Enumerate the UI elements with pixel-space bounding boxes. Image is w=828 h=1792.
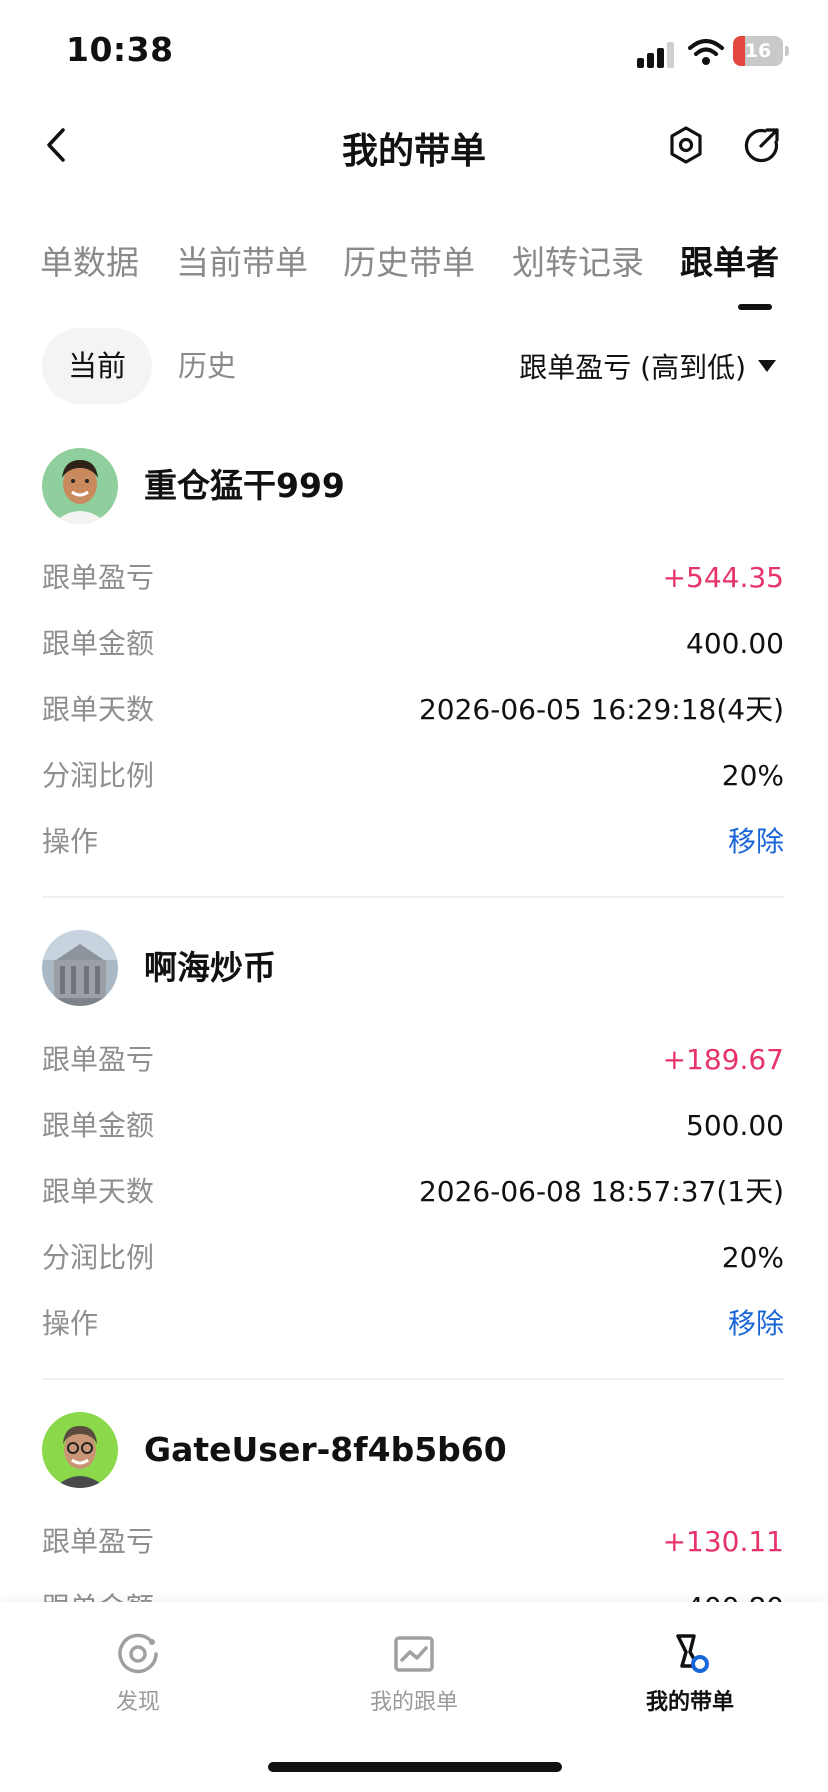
card-divider: [42, 1378, 784, 1380]
remove-button[interactable]: 移除: [728, 1299, 784, 1349]
follower-name: 啊海炒币: [144, 948, 276, 987]
settings-button[interactable]: [664, 122, 708, 168]
share-row: 分润比例 20%: [42, 751, 784, 801]
caret-down-icon: [758, 360, 776, 372]
nav-my-copy-trades-label: 我的跟单: [369, 1690, 458, 1715]
sort-dropdown[interactable]: 跟单盈亏 (高到低): [519, 328, 776, 404]
action-row: 操作 移除: [42, 1299, 784, 1349]
amount-label: 跟单金额: [42, 1109, 155, 1142]
follower-header: GateUser-8f4b5b60: [42, 1412, 782, 1488]
tab-history-lead[interactable]: 历史带单: [343, 236, 475, 284]
pnl-row: 跟单盈亏 +544.35: [42, 553, 784, 603]
active-tab-indicator: [738, 304, 772, 310]
days-row: 跟单天数 2026-06-08 18:57:37(1天): [42, 1167, 784, 1217]
card-divider: [42, 896, 784, 898]
status-bar: 10:38 16: [0, 0, 828, 100]
pnl-value: +544.35: [662, 561, 784, 594]
status-time: 10:38: [66, 30, 174, 69]
pnl-label: 跟单盈亏: [42, 1043, 155, 1076]
tab-followers[interactable]: 跟单者: [680, 236, 779, 284]
hexagon-settings-icon: [670, 126, 702, 164]
action-row: 操作 移除: [42, 817, 784, 867]
nav-discover-label: 发现: [115, 1690, 160, 1715]
sub-tab-current[interactable]: 当前: [42, 328, 152, 404]
pnl-row: 跟单盈亏 +130.11: [42, 1517, 784, 1567]
days-row: 跟单天数 2026-06-05 16:29:18(4天): [42, 685, 784, 735]
sort-label: 跟单盈亏 (高到低): [519, 351, 746, 384]
sub-tab-history[interactable]: 历史: [178, 328, 236, 404]
follower-name: GateUser-8f4b5b60: [144, 1430, 507, 1469]
days-value: 2026-06-08 18:57:37(1天): [418, 1175, 784, 1208]
battery-level: 16: [744, 40, 772, 62]
bottom-navigation: 发现 我的跟单 我的带单: [0, 1602, 828, 1792]
nav-my-copy-trades[interactable]: 我的跟单: [334, 1632, 494, 1716]
follower-header: 重仓猛干999: [42, 448, 782, 524]
share-label: 分润比例: [42, 759, 155, 792]
cellular-signal-icon: [637, 42, 674, 68]
days-label: 跟单天数: [42, 1175, 155, 1208]
share-value: 20%: [721, 1241, 784, 1274]
share-icon: [744, 128, 779, 163]
amount-label: 跟单金额: [42, 627, 155, 660]
nav-my-lead-trades-label: 我的带单: [645, 1690, 734, 1715]
tab-data[interactable]: 单数据: [40, 236, 139, 284]
pnl-label: 跟单盈亏: [42, 561, 155, 594]
remove-button[interactable]: 移除: [728, 817, 784, 867]
share-value: 20%: [721, 759, 784, 792]
pnl-row: 跟单盈亏 +189.67: [42, 1035, 784, 1085]
follower-name: 重仓猛干999: [144, 466, 345, 505]
amount-value: 500.00: [686, 1109, 784, 1142]
navigation-bar: 我的带单: [0, 100, 828, 190]
share-row: 分润比例 20%: [42, 1233, 784, 1283]
lead-trade-icon: [676, 1634, 709, 1673]
amount-value: 400.00: [686, 627, 784, 660]
share-button[interactable]: [740, 122, 784, 168]
chart-icon: [394, 1636, 434, 1672]
pnl-value: +130.11: [662, 1525, 784, 1558]
main-tabs: 单数据 当前带单 历史带单 划转记录 跟单者: [0, 236, 828, 316]
follower-header: 啊海炒币: [42, 930, 782, 1006]
avatar: [42, 1412, 118, 1488]
tab-transfer-records[interactable]: 划转记录: [512, 236, 644, 284]
tab-current-lead[interactable]: 当前带单: [176, 236, 308, 284]
amount-row: 跟单金额 400.00: [42, 619, 784, 669]
home-indicator: [268, 1762, 562, 1772]
pnl-label: 跟单盈亏: [42, 1525, 155, 1558]
action-label: 操作: [42, 825, 99, 858]
avatar: [42, 448, 118, 524]
pnl-value: +189.67: [662, 1043, 784, 1076]
amount-row: 跟单金额 500.00: [42, 1101, 784, 1151]
avatar: [42, 930, 118, 1006]
nav-my-lead-trades[interactable]: 我的带单: [610, 1632, 770, 1716]
chevron-left-icon: [47, 128, 65, 162]
discover-icon: [118, 1633, 158, 1674]
back-button[interactable]: [36, 120, 76, 170]
nav-discover[interactable]: 发现: [58, 1632, 218, 1716]
days-label: 跟单天数: [42, 693, 155, 726]
days-value: 2026-06-05 16:29:18(4天): [418, 693, 784, 726]
sub-filter-bar: 当前 历史 跟单盈亏 (高到低): [0, 328, 828, 404]
battery-icon: 16: [733, 36, 789, 66]
wifi-icon: [688, 39, 724, 65]
page: 10:38 16 我的带单 单数据 当前带单 历史带单 划转记录 跟单者 当前 …: [0, 0, 828, 1792]
action-label: 操作: [42, 1307, 99, 1340]
share-label: 分润比例: [42, 1241, 155, 1274]
